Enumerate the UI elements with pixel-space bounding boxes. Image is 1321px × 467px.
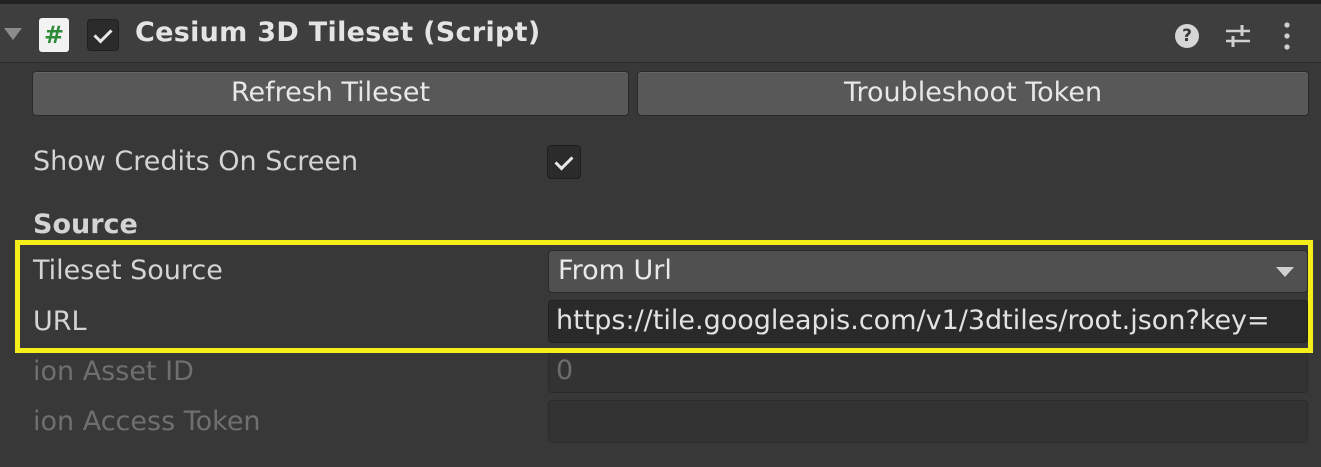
ion-asset-id-input[interactable]: 0	[548, 350, 1308, 393]
refresh-tileset-button[interactable]: Refresh Tileset	[32, 71, 629, 116]
kebab-menu-icon[interactable]	[1277, 20, 1297, 52]
ion-access-token-label: ion Access Token	[33, 406, 261, 437]
help-icon[interactable]: ?	[1175, 24, 1199, 48]
inspector-component-panel: # Cesium 3D Tileset (Script) ? Refresh T…	[0, 0, 1321, 467]
foldout-arrow-icon[interactable]	[4, 28, 22, 40]
tileset-source-label: Tileset Source	[33, 255, 223, 286]
troubleshoot-token-button[interactable]: Troubleshoot Token	[637, 71, 1309, 116]
checkmark-icon	[93, 24, 113, 44]
show-credits-checkbox[interactable]	[547, 145, 581, 179]
checkmark-icon	[554, 151, 574, 171]
component-title: Cesium 3D Tileset (Script)	[135, 17, 541, 48]
show-credits-label: Show Credits On Screen	[33, 146, 359, 177]
source-section-header: Source	[33, 209, 138, 240]
tileset-source-dropdown[interactable]: From Url	[548, 250, 1308, 293]
tileset-source-value: From Url	[558, 255, 672, 286]
url-input[interactable]: https://tile.googleapis.com/v1/3dtiles/r…	[548, 300, 1308, 343]
ion-asset-id-label: ion Asset ID	[33, 356, 194, 387]
dropdown-arrow-icon	[1276, 267, 1294, 277]
url-label: URL	[33, 306, 87, 337]
component-enabled-checkbox[interactable]	[87, 19, 119, 51]
script-icon: #	[39, 18, 69, 52]
component-header[interactable]: # Cesium 3D Tileset (Script) ?	[0, 4, 1321, 63]
ion-access-token-input[interactable]	[548, 400, 1308, 443]
presets-icon[interactable]	[1223, 22, 1253, 50]
